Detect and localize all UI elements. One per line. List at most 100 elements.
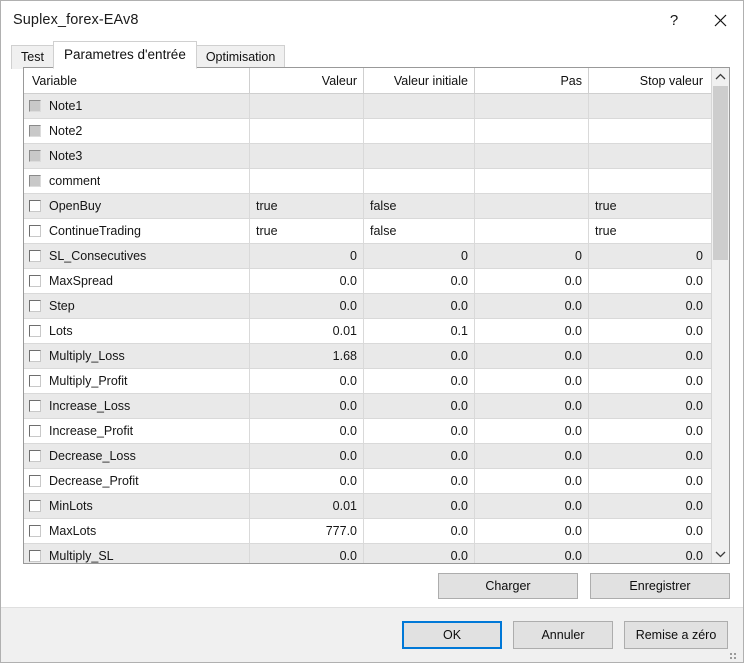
table-row[interactable]: MaxSpread0.00.00.00.0 xyxy=(24,269,711,294)
cell-stop-valeur[interactable] xyxy=(589,169,711,193)
cell-valeur-initiale[interactable]: 0.0 xyxy=(364,494,475,518)
tab-test[interactable]: Test xyxy=(11,45,54,69)
row-checkbox[interactable] xyxy=(29,500,41,512)
cell-stop-valeur[interactable]: 0.0 xyxy=(589,419,711,443)
row-checkbox[interactable] xyxy=(29,250,41,262)
cell-valeur[interactable]: 0.0 xyxy=(250,419,364,443)
scrollbar-track[interactable] xyxy=(712,86,729,545)
cell-valeur[interactable]: true xyxy=(250,194,364,218)
scroll-up-icon[interactable] xyxy=(712,68,729,86)
cell-stop-valeur[interactable] xyxy=(589,144,711,168)
cell-stop-valeur[interactable]: 0.0 xyxy=(589,494,711,518)
cell-pas[interactable]: 0.0 xyxy=(475,544,589,563)
cell-valeur-initiale[interactable] xyxy=(364,94,475,118)
cell-valeur-initiale[interactable]: 0.0 xyxy=(364,519,475,543)
cell-valeur-initiale[interactable]: 0.0 xyxy=(364,419,475,443)
table-row[interactable]: ContinueTradingtruefalsetrue xyxy=(24,219,711,244)
cell-valeur-initiale[interactable] xyxy=(364,119,475,143)
ok-button[interactable]: OK xyxy=(402,621,502,649)
table-row[interactable]: comment xyxy=(24,169,711,194)
cell-valeur-initiale[interactable]: false xyxy=(364,194,475,218)
scroll-down-icon[interactable] xyxy=(712,545,729,563)
table-row[interactable]: Increase_Loss0.00.00.00.0 xyxy=(24,394,711,419)
cell-valeur[interactable]: 0.0 xyxy=(250,544,364,563)
table-row[interactable]: Multiply_Profit0.00.00.00.0 xyxy=(24,369,711,394)
cell-stop-valeur[interactable]: 0.0 xyxy=(589,519,711,543)
cell-valeur-initiale[interactable]: 0.0 xyxy=(364,469,475,493)
cell-valeur-initiale[interactable]: 0.0 xyxy=(364,544,475,563)
cell-pas[interactable]: 0.0 xyxy=(475,469,589,493)
cell-valeur[interactable]: 0.0 xyxy=(250,269,364,293)
table-row[interactable]: OpenBuytruefalsetrue xyxy=(24,194,711,219)
cell-stop-valeur[interactable]: true xyxy=(589,194,711,218)
table-row[interactable]: Multiply_SL0.00.00.00.0 xyxy=(24,544,711,563)
table-row[interactable]: MinLots0.010.00.00.0 xyxy=(24,494,711,519)
cell-valeur-initiale[interactable]: 0.0 xyxy=(364,294,475,318)
table-row[interactable]: Step0.00.00.00.0 xyxy=(24,294,711,319)
cell-pas[interactable]: 0.0 xyxy=(475,369,589,393)
row-checkbox[interactable] xyxy=(29,225,41,237)
cell-valeur[interactable] xyxy=(250,144,364,168)
cell-pas[interactable]: 0.0 xyxy=(475,294,589,318)
cell-stop-valeur[interactable]: 0.0 xyxy=(589,269,711,293)
cell-pas[interactable] xyxy=(475,194,589,218)
cell-pas[interactable] xyxy=(475,94,589,118)
cell-valeur-initiale[interactable] xyxy=(364,144,475,168)
column-header-valeur[interactable]: Valeur xyxy=(250,68,364,93)
row-checkbox[interactable] xyxy=(29,475,41,487)
table-row[interactable]: Note2 xyxy=(24,119,711,144)
cell-valeur[interactable]: 0.01 xyxy=(250,494,364,518)
cell-stop-valeur[interactable]: 0.0 xyxy=(589,344,711,368)
cell-valeur-initiale[interactable]: false xyxy=(364,219,475,243)
cell-pas[interactable] xyxy=(475,144,589,168)
row-checkbox[interactable] xyxy=(29,300,41,312)
row-checkbox[interactable] xyxy=(29,450,41,462)
table-row[interactable]: Note3 xyxy=(24,144,711,169)
column-header-valeur-initiale[interactable]: Valeur initiale xyxy=(364,68,475,93)
cell-stop-valeur[interactable]: 0.0 xyxy=(589,369,711,393)
cell-valeur[interactable]: 0.01 xyxy=(250,319,364,343)
cell-valeur-initiale[interactable] xyxy=(364,169,475,193)
column-header-stop-valeur[interactable]: Stop valeur xyxy=(589,68,711,93)
cell-valeur[interactable] xyxy=(250,169,364,193)
cell-valeur[interactable]: true xyxy=(250,219,364,243)
cell-valeur[interactable]: 0.0 xyxy=(250,369,364,393)
cell-stop-valeur[interactable] xyxy=(589,119,711,143)
load-button[interactable]: Charger xyxy=(438,573,578,599)
tab-input-parameters[interactable]: Parametres d'entrée xyxy=(53,41,197,69)
cell-pas[interactable]: 0.0 xyxy=(475,419,589,443)
cell-stop-valeur[interactable]: 0.0 xyxy=(589,444,711,468)
table-row[interactable]: Increase_Profit0.00.00.00.0 xyxy=(24,419,711,444)
cell-stop-valeur[interactable]: 0.0 xyxy=(589,394,711,418)
cell-valeur-initiale[interactable]: 0.0 xyxy=(364,394,475,418)
cell-pas[interactable]: 0.0 xyxy=(475,519,589,543)
cell-valeur[interactable]: 0.0 xyxy=(250,444,364,468)
cell-stop-valeur[interactable] xyxy=(589,94,711,118)
cell-valeur[interactable]: 0.0 xyxy=(250,469,364,493)
cell-valeur[interactable]: 0.0 xyxy=(250,394,364,418)
cell-valeur-initiale[interactable]: 0.1 xyxy=(364,319,475,343)
cell-pas[interactable]: 0.0 xyxy=(475,494,589,518)
resize-grip-icon[interactable] xyxy=(730,649,740,659)
cell-pas[interactable]: 0.0 xyxy=(475,269,589,293)
save-button[interactable]: Enregistrer xyxy=(590,573,730,599)
row-checkbox[interactable] xyxy=(29,200,41,212)
cell-pas[interactable]: 0.0 xyxy=(475,344,589,368)
cell-pas[interactable] xyxy=(475,119,589,143)
tab-optimisation[interactable]: Optimisation xyxy=(196,45,285,69)
cell-valeur-initiale[interactable]: 0.0 xyxy=(364,344,475,368)
row-checkbox[interactable] xyxy=(29,550,41,562)
table-row[interactable]: Decrease_Profit0.00.00.00.0 xyxy=(24,469,711,494)
cell-pas[interactable] xyxy=(475,219,589,243)
cell-stop-valeur[interactable]: 0.0 xyxy=(589,469,711,493)
cell-valeur[interactable] xyxy=(250,119,364,143)
cell-valeur[interactable]: 0.0 xyxy=(250,294,364,318)
row-checkbox[interactable] xyxy=(29,425,41,437)
cell-stop-valeur[interactable]: 0.0 xyxy=(589,544,711,563)
cell-stop-valeur[interactable]: 0 xyxy=(589,244,711,268)
row-checkbox[interactable] xyxy=(29,275,41,287)
row-checkbox[interactable] xyxy=(29,325,41,337)
cell-stop-valeur[interactable]: 0.0 xyxy=(589,294,711,318)
cell-valeur-initiale[interactable]: 0.0 xyxy=(364,369,475,393)
row-checkbox[interactable] xyxy=(29,350,41,362)
